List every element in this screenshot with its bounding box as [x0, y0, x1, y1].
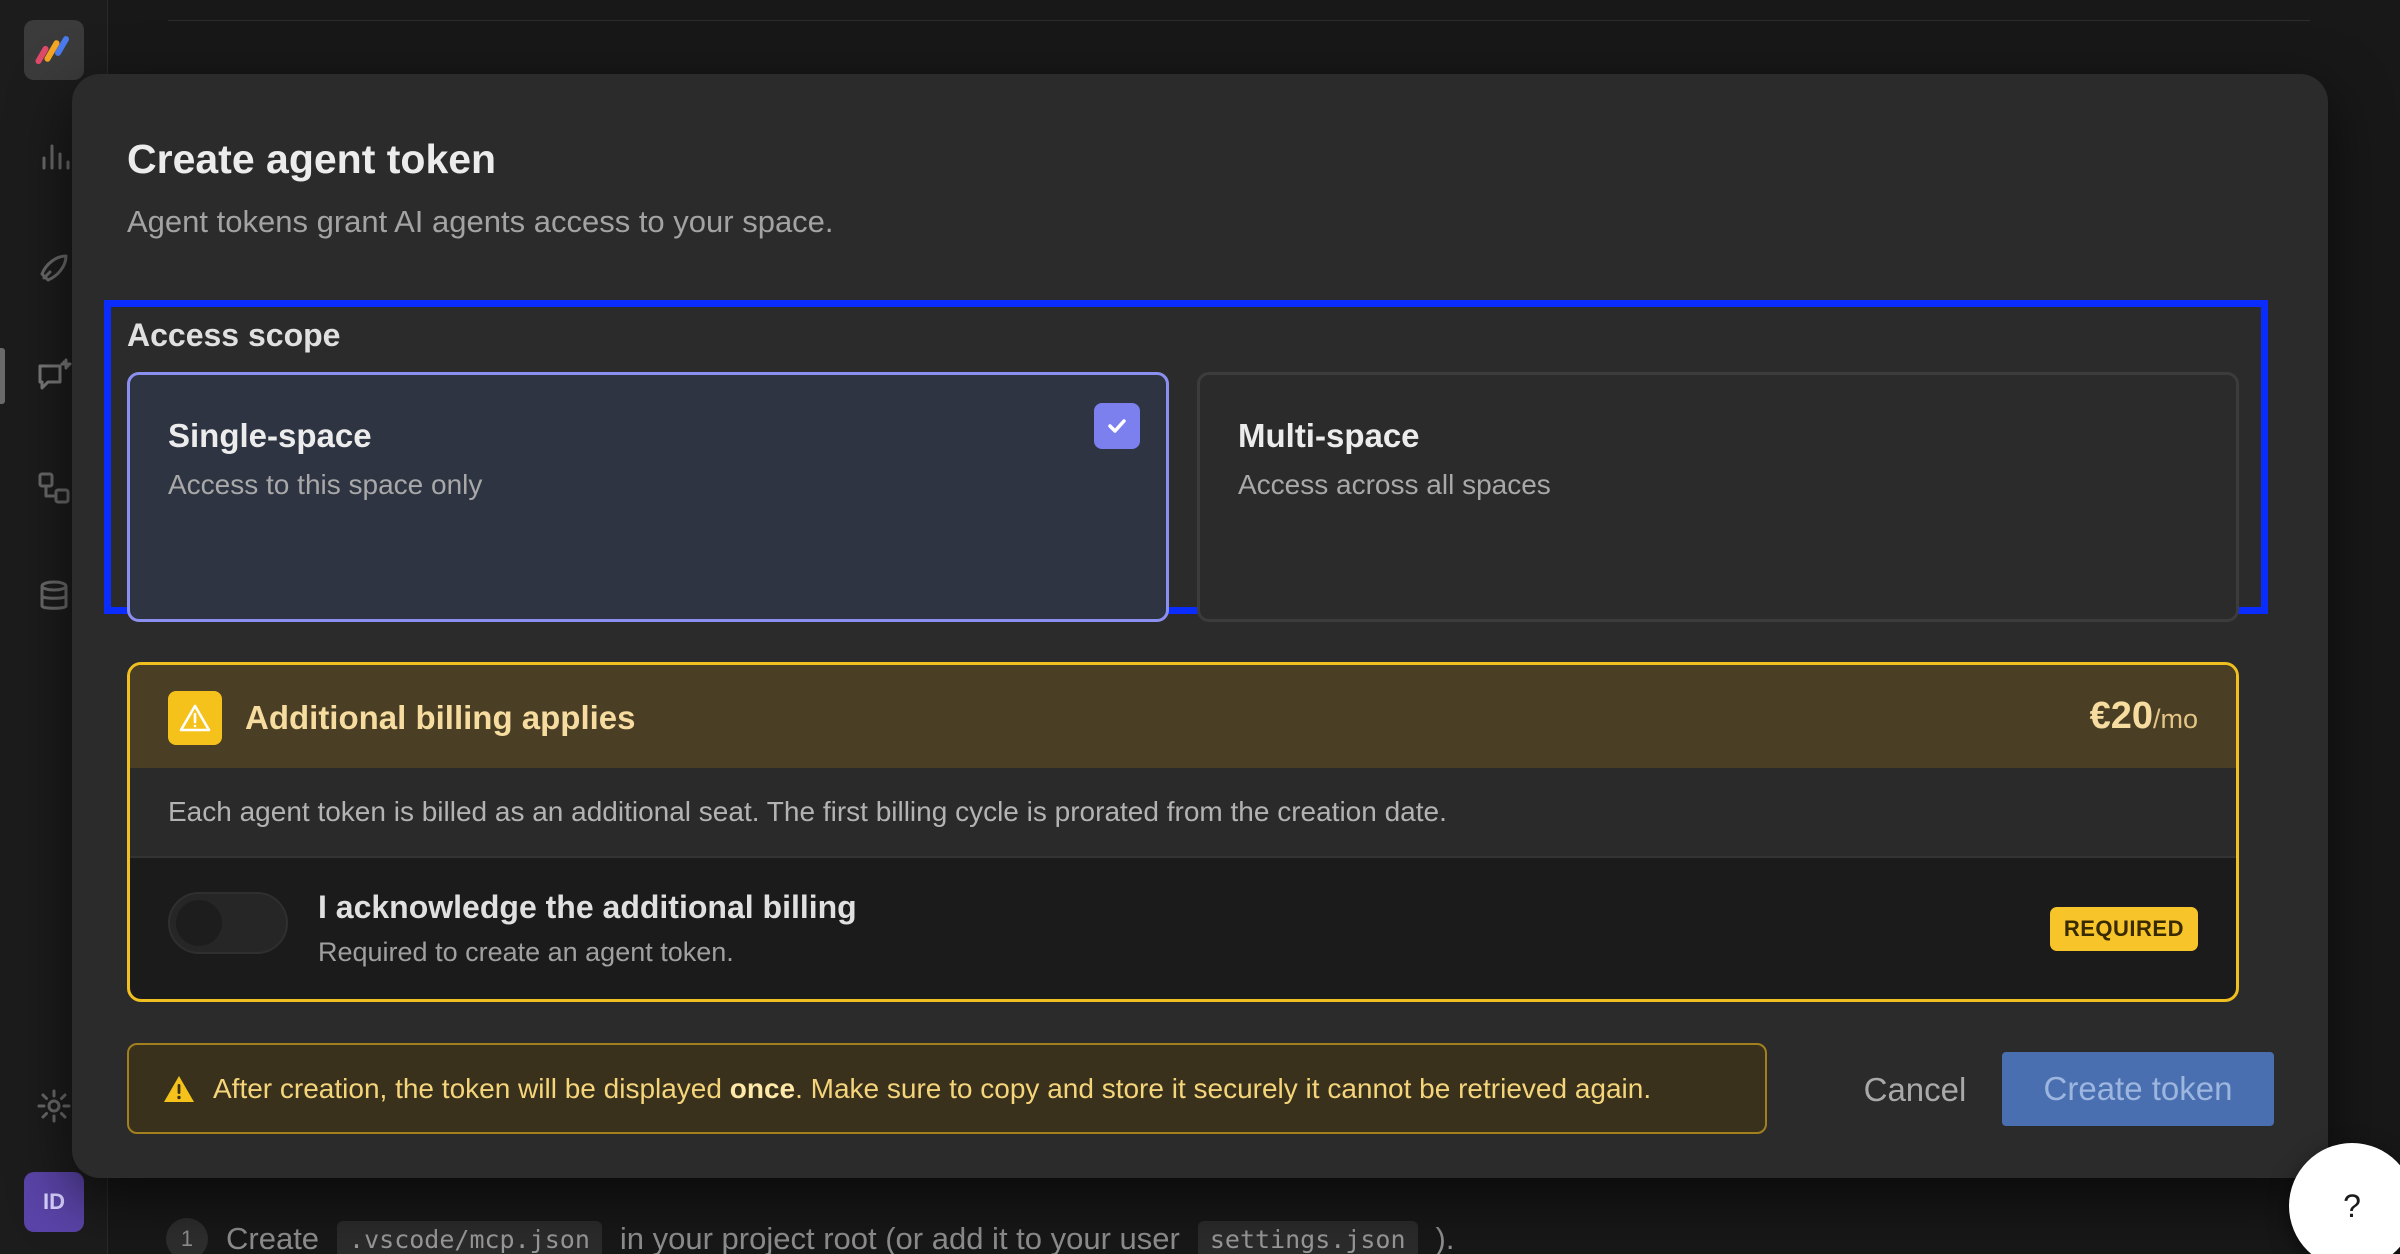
agent-chat-icon[interactable]: [30, 352, 78, 400]
billing-header: Additional billing applies €20 /mo: [130, 665, 2236, 768]
setup-step: 1 Create .vscode/mcp.json in your projec…: [166, 1214, 1454, 1254]
create-token-button[interactable]: Create token: [2002, 1052, 2274, 1126]
access-scope-section: Access scope Single-space Access to this…: [104, 300, 2268, 622]
create-agent-token-dialog: Create agent token Agent tokens grant AI…: [72, 74, 2328, 1178]
billing-description: Each agent token is billed as an additio…: [168, 796, 1447, 827]
analytics-icon[interactable]: [30, 132, 78, 180]
scope-option-name: Multi-space: [1238, 417, 1420, 454]
dialog-title: Create agent token: [127, 136, 497, 182]
scope-option-description: Access to this space only: [168, 469, 483, 500]
code-settings-json: settings.json: [1197, 1220, 1418, 1254]
scope-option-single-space[interactable]: Single-space Access to this space only: [127, 372, 1169, 622]
dialog-subtitle: Agent tokens grant AI agents access to y…: [127, 204, 834, 239]
warning-emphasis: once: [729, 1072, 796, 1104]
scope-option-name: Single-space: [168, 417, 372, 454]
billing-description-row: Each agent token is billed as an additio…: [130, 768, 2236, 858]
workflow-icon[interactable]: [30, 464, 78, 512]
checkmark-icon: [1094, 403, 1140, 449]
warning-triangle-icon: [168, 691, 222, 745]
access-scope-label: Access scope: [127, 317, 341, 353]
step-text-prefix: Create: [226, 1221, 320, 1254]
rocket-icon[interactable]: [30, 244, 78, 292]
database-icon[interactable]: [30, 572, 78, 620]
price-amount: €20: [2089, 695, 2153, 737]
billing-title: Additional billing applies: [245, 699, 636, 736]
page-divider: [168, 20, 2310, 21]
settings-gear-icon[interactable]: [30, 1082, 78, 1130]
price-period: /mo: [2152, 704, 2198, 734]
acknowledge-billing-toggle[interactable]: [168, 892, 288, 954]
user-avatar[interactable]: ID: [24, 1172, 84, 1232]
scope-option-multi-space[interactable]: Multi-space Access across all spaces: [1197, 372, 2239, 622]
toggle-knob: [176, 900, 222, 946]
app-logo-icon[interactable]: [24, 20, 84, 80]
warning-icon: [164, 1075, 194, 1102]
billing-price: €20 /mo: [2090, 695, 2198, 738]
step-text-middle: in your project root (or add it to your …: [619, 1221, 1180, 1254]
code-mcp-json: .vscode/mcp.json: [337, 1220, 602, 1254]
acknowledge-billing-label: I acknowledge the additional billing: [318, 889, 857, 925]
scope-option-description: Access across all spaces: [1238, 469, 1551, 500]
acknowledge-billing-hint: Required to create an agent token.: [318, 937, 734, 967]
step-text-suffix: ).: [1435, 1221, 1455, 1254]
billing-notice: Additional billing applies €20 /mo Each …: [127, 662, 2239, 1002]
required-badge: REQUIRED: [2049, 907, 2198, 951]
token-display-warning: After creation, the token will be displa…: [127, 1043, 1767, 1134]
step-number: 1: [166, 1218, 208, 1254]
active-nav-indicator: [0, 348, 5, 404]
cancel-button[interactable]: Cancel: [1830, 1054, 2000, 1126]
warning-text: After creation, the token will be displa…: [213, 1072, 1652, 1104]
